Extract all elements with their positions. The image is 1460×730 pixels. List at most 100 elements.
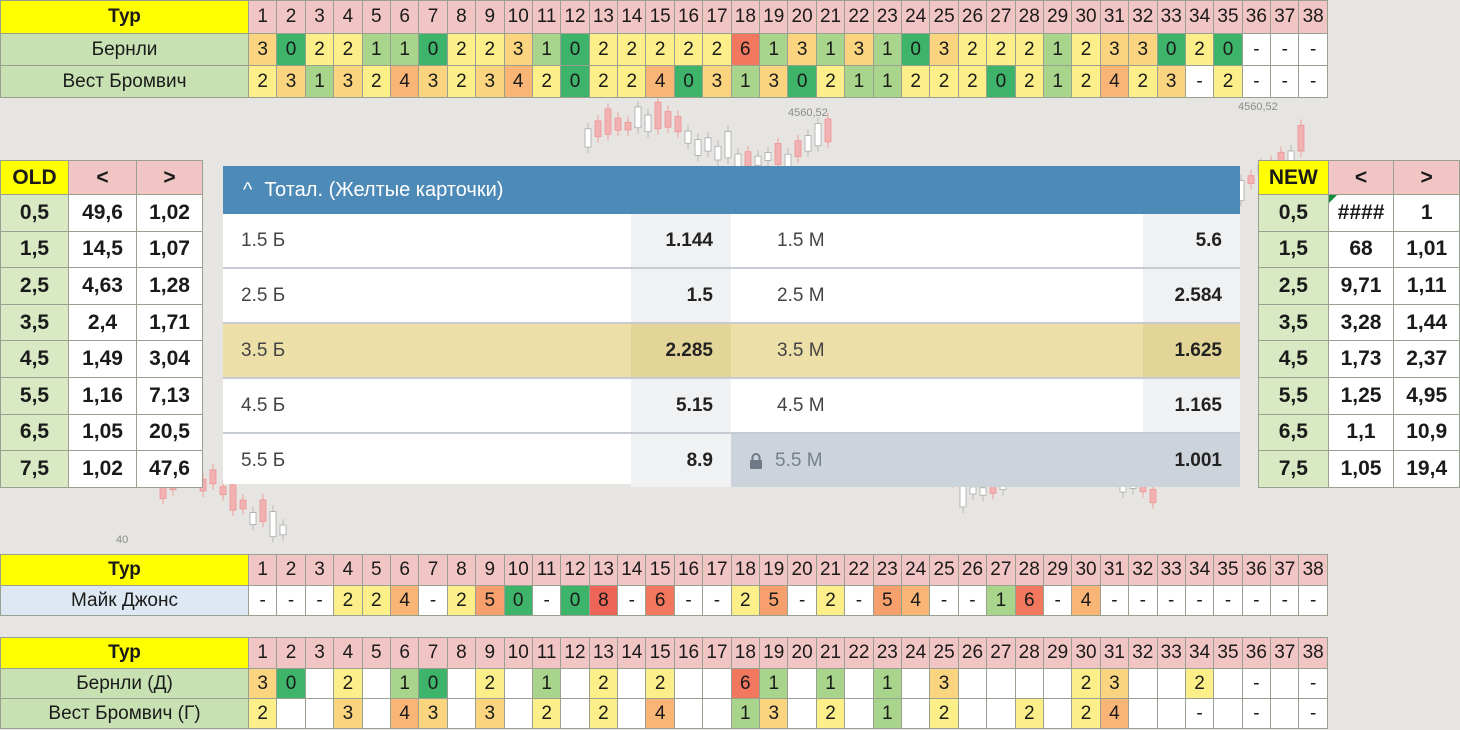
over-odds-button[interactable]: 5.15: [631, 379, 731, 432]
card-count-cell: 2: [1128, 65, 1158, 98]
card-count-cell: -: [1270, 585, 1300, 616]
old-odds-table: OLD < > 0,5 49,6 1,02 1,5 14,5 1,07 2,5 4,63 1,2…: [0, 160, 203, 488]
old-lt-header: <: [68, 160, 137, 195]
over-odds-button[interactable]: 1.5: [631, 269, 731, 322]
round-number: 6: [389, 0, 420, 34]
total-line: 1,5: [0, 230, 69, 269]
under-odds-button[interactable]: 1.625: [1143, 324, 1240, 377]
card-count-cell: [560, 668, 590, 699]
under-outcome[interactable]: 3.5 М: [731, 324, 1143, 377]
card-count-cell: 3: [844, 33, 874, 66]
card-count-cell: 1: [389, 668, 420, 699]
candle-body: [744, 151, 752, 167]
under-outcome[interactable]: 2.5 М: [731, 269, 1143, 322]
round-number: 1: [247, 554, 278, 586]
round-number: 8: [446, 637, 477, 669]
under-odds-button: 1.001: [1143, 434, 1240, 487]
round-number: 34: [1184, 0, 1215, 34]
card-count-cell: 3: [475, 65, 505, 98]
card-count-cell: 2: [1184, 668, 1215, 699]
round-number: 36: [1241, 0, 1272, 34]
total-line: 3,5: [1258, 303, 1329, 342]
card-count-cell: 1: [872, 33, 902, 66]
card-count-cell: 2: [475, 668, 505, 699]
over-odds-button[interactable]: 1.144: [631, 214, 731, 267]
over-outcome[interactable]: 3.5 Б: [223, 324, 631, 377]
card-count-cell: [844, 698, 874, 729]
candle-body: [979, 487, 987, 496]
card-count-cell: 4: [389, 65, 420, 98]
under-odds-button[interactable]: 1.165: [1143, 379, 1240, 432]
card-count-cell: [1042, 698, 1073, 729]
candle-body: [724, 131, 732, 159]
total-line: 7,5: [1258, 450, 1329, 488]
under-odds-button[interactable]: 5.6: [1143, 214, 1240, 267]
total-line: 4,5: [0, 340, 69, 378]
odds-row: 5,5 1,16 7,13: [0, 376, 203, 415]
card-count-cell: 4: [1071, 585, 1101, 616]
card-count-cell: 4: [1099, 698, 1130, 729]
card-count-cell: [304, 698, 335, 729]
over-odds: 1: [1393, 194, 1460, 232]
card-count-cell: 3: [503, 33, 533, 66]
round-number: 9: [475, 554, 505, 586]
round-number: 26: [957, 0, 988, 34]
under-odds-button[interactable]: 2.584: [1143, 269, 1240, 322]
market-header[interactable]: ^ Тотал. (Желтые карточки): [223, 166, 1240, 214]
under-odds: 1,05: [1327, 450, 1395, 488]
card-count-cell: [361, 698, 391, 729]
round-number: 19: [759, 0, 789, 34]
card-count-cell: 3: [1156, 65, 1186, 98]
card-count-cell: 2: [588, 698, 619, 729]
round-header-row: Тур 1 2 3 4 5 6 7 8 9 10 11 12 13 14 15 16 17 18 19 20 21 22 23…: [0, 554, 1328, 586]
under-odds: 1,49: [68, 340, 137, 378]
round-number: 18: [730, 554, 761, 586]
new-odds-table: NEW < > 0,5 #### 1 1,5 68 1,01 2,5 9,71 1,11 3,5 3…: [1258, 160, 1460, 488]
round-number: 14: [617, 637, 647, 669]
round-number: 30: [1071, 637, 1101, 669]
over-outcome[interactable]: 5.5 Б: [223, 434, 631, 487]
round-number: 37: [1270, 0, 1300, 34]
card-count-cell: 3: [333, 698, 363, 729]
under-outcome[interactable]: 1.5 М: [731, 214, 1143, 267]
card-count-cell: 1: [1042, 33, 1073, 66]
card-count-cell: 2: [815, 65, 846, 98]
under-outcome[interactable]: 4.5 М: [731, 379, 1143, 432]
round-number: 35: [1213, 0, 1243, 34]
round-number: 38: [1298, 0, 1328, 34]
odds-row: 0,5 49,6 1,02: [0, 194, 203, 232]
over-odds-button[interactable]: 8.9: [631, 434, 731, 487]
card-count-cell: 1: [759, 668, 789, 699]
odds-row: 3,5 3,28 1,44: [1258, 303, 1460, 342]
card-count-cell: 0: [503, 585, 533, 616]
over-outcome[interactable]: 2.5 Б: [223, 269, 631, 322]
total-line: 0,5: [1258, 194, 1329, 232]
old-gt-header: >: [136, 160, 203, 195]
card-count-cell: -: [787, 585, 817, 616]
round-number: 11: [531, 554, 562, 586]
round-number: 37: [1270, 637, 1300, 669]
over-odds: 7,13: [136, 376, 203, 415]
card-count-cell: 1: [844, 65, 874, 98]
under-odds: 1,1: [1327, 413, 1395, 452]
card-count-cell: -: [844, 585, 874, 616]
over-outcome[interactable]: 4.5 Б: [223, 379, 631, 432]
odds-row: 2,5 9,71 1,11: [1258, 267, 1460, 305]
card-count-cell: [900, 668, 931, 699]
old-title: OLD: [0, 160, 69, 195]
over-odds-button[interactable]: 2.285: [631, 324, 731, 377]
chevron-up-icon[interactable]: ^: [243, 179, 252, 202]
totals-market-panel: ^ Тотал. (Желтые карточки) 1.5 Б 1.144 1.5…: [223, 166, 1240, 487]
card-count-cell: 2: [247, 65, 278, 98]
card-count-cell: 0: [418, 33, 448, 66]
card-count-cell: [787, 668, 817, 699]
card-count-cell: -: [1213, 585, 1243, 616]
card-count-cell: [673, 698, 704, 729]
odds-row: 7,5 1,02 47,6: [0, 450, 203, 488]
card-count-cell: -: [304, 585, 335, 616]
over-outcome[interactable]: 1.5 Б: [223, 214, 631, 267]
over-odds: 1,01: [1393, 230, 1460, 269]
card-count-cell: 4: [389, 698, 420, 729]
market-rows: 1.5 Б 1.144 1.5 М 5.6 2.5 Б 1.5 2.5 М 2.584 3.5 …: [223, 214, 1240, 487]
card-count-cell: 3: [1099, 668, 1130, 699]
